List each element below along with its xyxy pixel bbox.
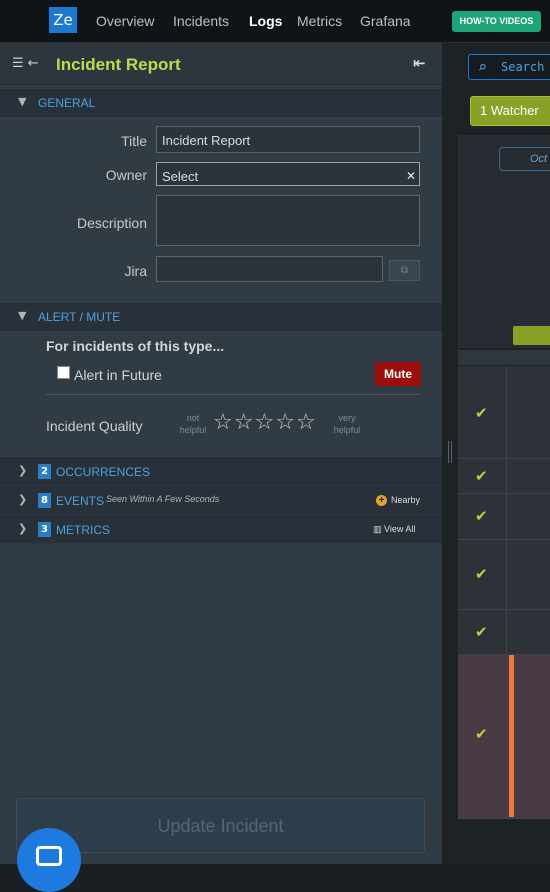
list-back-icon[interactable]: ☰ ← (12, 56, 39, 71)
selection-marker (509, 655, 514, 817)
drag-handle-icon[interactable] (448, 441, 452, 463)
nav-logs[interactable]: Logs (249, 13, 282, 29)
occurrences-label: OCCURRENCES (56, 465, 151, 479)
description-label: Description (76, 215, 147, 231)
alert-heading: For incidents of this type... (46, 338, 225, 354)
quality-low-hint: not helpful (179, 413, 207, 435)
panel-title: Incident Report (56, 55, 181, 74)
top-nav: Ze Overview Incidents Logs Metrics Grafa… (0, 0, 550, 43)
chat-icon (36, 846, 62, 866)
star-icon[interactable]: ☆ (254, 410, 275, 435)
search-label: Search (501, 60, 545, 74)
divider (46, 394, 420, 395)
section-metrics[interactable]: ❯ 3 METRICS ▥ View All (0, 515, 442, 544)
occurrences-count-badge: 2 (38, 464, 51, 479)
nearby-button[interactable]: + Nearby (376, 495, 420, 506)
date-picker[interactable]: Oct (499, 147, 550, 171)
star-icon[interactable]: ☆ (234, 410, 255, 435)
jira-label: Jira (124, 263, 147, 279)
plus-icon: + (376, 495, 387, 506)
column-divider (506, 366, 507, 458)
metrics-label: METRICS (56, 523, 110, 537)
table-row[interactable]: ✔ (458, 494, 550, 540)
nav-incidents[interactable]: Incidents (173, 13, 229, 29)
howto-videos-button[interactable]: HOW-TO VIDEOS (452, 11, 541, 32)
table-row[interactable]: ✔ (458, 366, 550, 459)
chevron-down-icon: ▼ (18, 309, 27, 322)
chevron-right-icon: ❯ (18, 464, 28, 477)
panel-splitter[interactable] (442, 43, 458, 864)
nav-grafana[interactable]: Grafana (360, 13, 411, 29)
owner-label: Owner (105, 167, 147, 183)
table-row[interactable]: ✔ (458, 459, 550, 494)
check-icon: ✔ (475, 725, 488, 743)
owner-select[interactable]: Select (156, 162, 420, 186)
events-note: Seen Within A Few Seconds (106, 494, 220, 504)
check-icon: ✔ (475, 467, 488, 485)
section-occurrences[interactable]: ❯ 2 OCCURRENCES (0, 457, 442, 486)
title-label: Title (121, 133, 147, 149)
bar-chart-icon: ▥ (373, 524, 385, 534)
section-events[interactable]: ❯ 8 EVENTS Seen Within A Few Seconds + Ne… (0, 486, 442, 515)
events-label: EVENTS (56, 494, 105, 508)
alert-in-future-checkbox[interactable] (57, 366, 70, 379)
search-icon: ⌕ (478, 58, 488, 76)
star-icon[interactable]: ☆ (213, 410, 234, 435)
table-row[interactable]: ✔ (458, 610, 550, 655)
column-divider (506, 494, 507, 539)
log-view: ⌕ Search 1 Watcher Oct ✔ ✔ ✔ ✔ ✔ ✔ (458, 43, 550, 864)
incident-panel: ☰ ← Incident Report ⇤ ▼ GENERAL Title In… (0, 43, 442, 864)
section-alert-mute[interactable]: ▼ ALERT / MUTE (0, 303, 442, 331)
column-divider (506, 459, 507, 493)
table-header (458, 350, 550, 365)
check-icon: ✔ (475, 565, 488, 583)
chevron-right-icon: ❯ (18, 522, 28, 535)
panel-header: ☰ ← Incident Report ⇤ (0, 43, 442, 85)
section-general[interactable]: ▼ GENERAL (0, 89, 442, 117)
incident-quality-label: Incident Quality (46, 418, 143, 434)
alert-in-future-label: Alert in Future (74, 367, 162, 383)
nav-overview[interactable]: Overview (96, 13, 154, 29)
section-general-label: GENERAL (38, 96, 96, 110)
external-link-icon[interactable]: ⧉ (389, 260, 420, 281)
view-all-label: View All (384, 524, 416, 534)
watcher-button[interactable]: 1 Watcher (470, 96, 550, 126)
collapse-panel-icon[interactable]: ⇤ (413, 54, 426, 72)
chevron-down-icon: ▼ (18, 95, 27, 108)
view-all-button[interactable]: ▥ View All (373, 524, 415, 535)
table-row[interactable]: ✔ (458, 540, 550, 610)
table-row[interactable]: ✔ (458, 655, 550, 819)
title-field[interactable]: Incident Report (156, 126, 420, 153)
star-icon[interactable]: ☆ (296, 410, 317, 435)
chevron-right-icon: ❯ (18, 493, 28, 506)
check-icon: ✔ (475, 623, 488, 641)
app-logo[interactable]: Ze (49, 7, 77, 33)
section-alert-label: ALERT / MUTE (38, 310, 121, 324)
quality-high-hint: very helpful (333, 413, 361, 435)
check-icon: ✔ (475, 507, 488, 525)
star-icon[interactable]: ☆ (275, 410, 296, 435)
metrics-count-badge: 3 (38, 522, 51, 537)
column-divider (506, 610, 507, 654)
nav-metrics[interactable]: Metrics (297, 13, 342, 29)
chat-launcher-button[interactable] (17, 828, 81, 892)
timeline-bar[interactable] (513, 326, 550, 345)
nearby-label: Nearby (391, 495, 421, 505)
check-icon: ✔ (475, 404, 488, 422)
mute-button[interactable]: Mute (375, 362, 421, 386)
clear-owner-icon[interactable]: ✕ (406, 169, 416, 183)
search-button[interactable]: ⌕ Search (468, 54, 550, 80)
column-divider (506, 540, 507, 609)
events-count-badge: 8 (38, 493, 51, 508)
jira-field[interactable] (156, 256, 383, 282)
description-field[interactable] (156, 195, 420, 246)
quality-stars[interactable]: ☆☆☆☆☆ (213, 410, 317, 435)
